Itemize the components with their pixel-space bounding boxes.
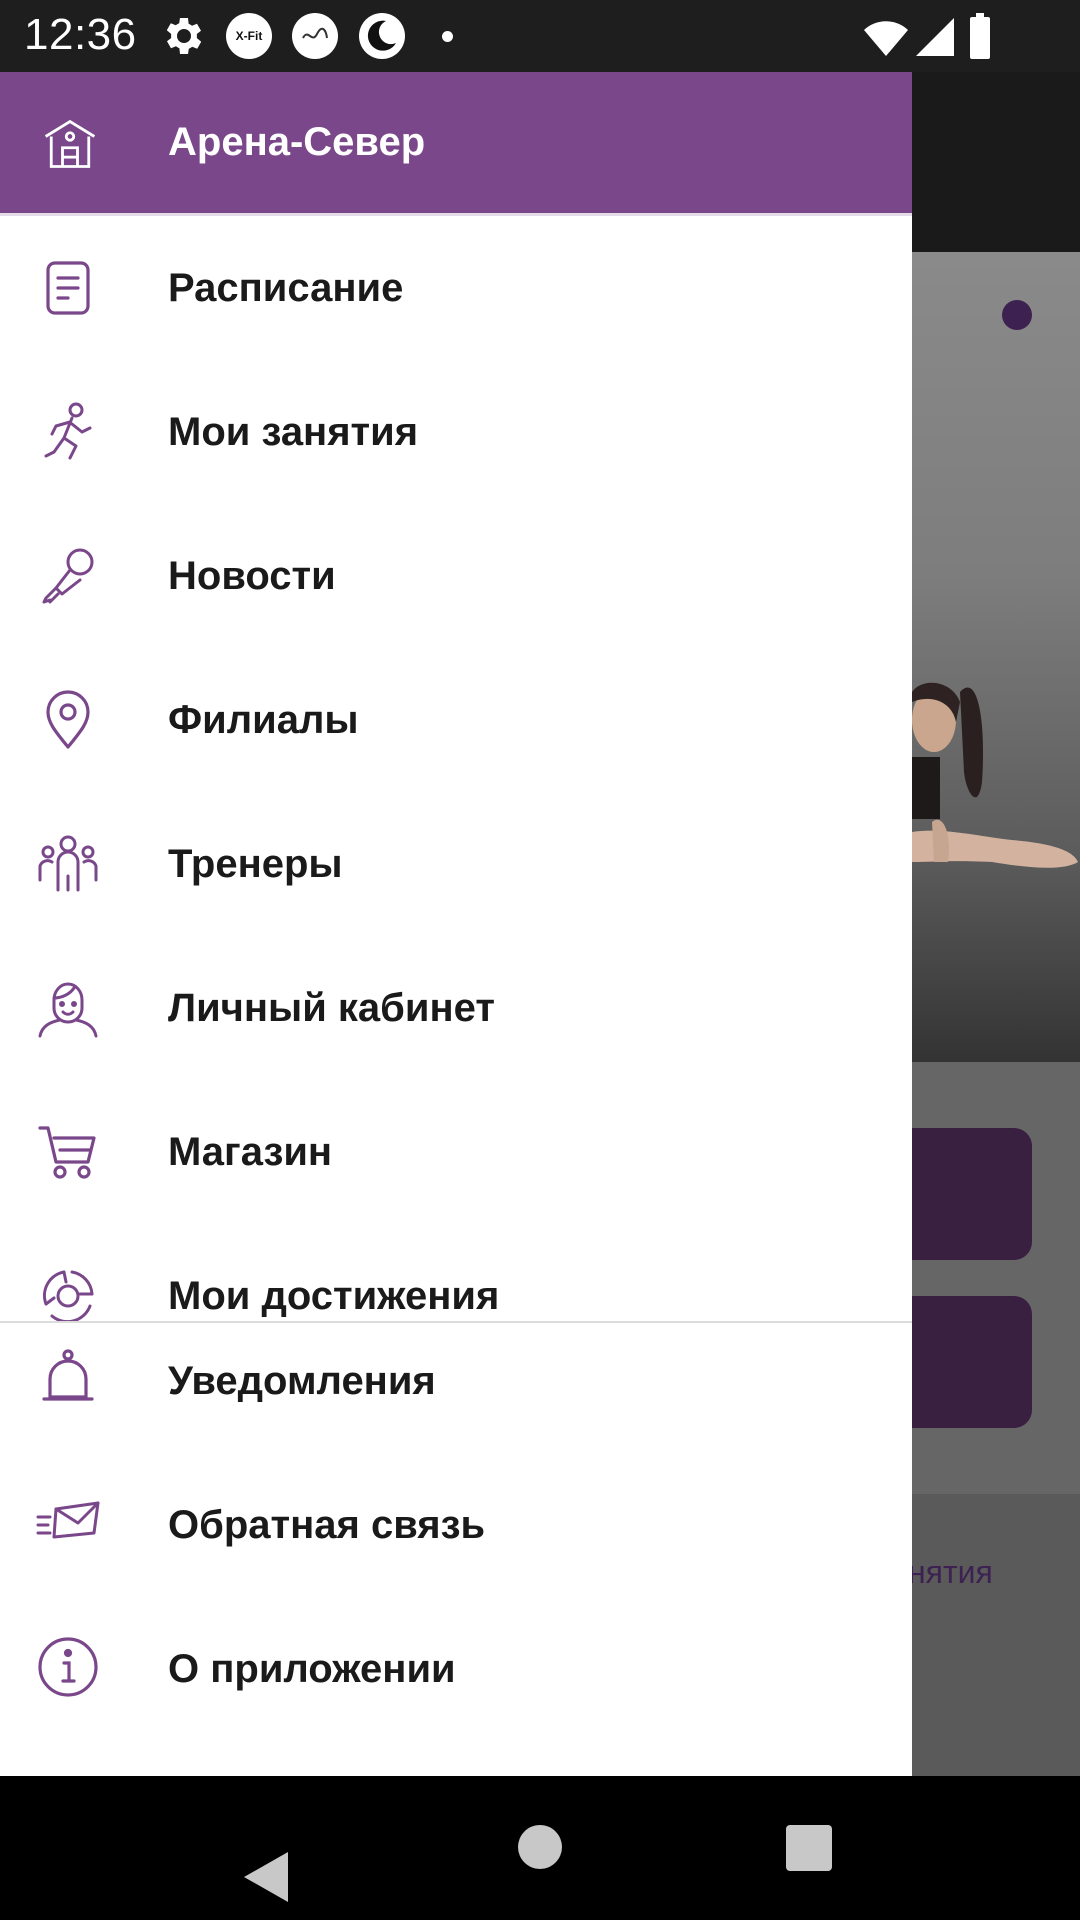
recents-icon[interactable] (786, 1825, 832, 1871)
menu-item-label: Мои занятия (168, 410, 419, 454)
gymnast-figure (912, 682, 1078, 868)
menu-item-achievements[interactable]: Мои достижения (0, 1224, 912, 1321)
background-content (912, 72, 1080, 1776)
running-person-icon (44, 402, 92, 460)
xfit-app-icon: X-Fit (226, 13, 272, 59)
menu-item-label: Личный кабинет (168, 986, 495, 1030)
location-pin-icon (46, 690, 90, 749)
app-logo-icon (292, 13, 338, 59)
home-building-icon (44, 119, 96, 168)
drawer-menu-main: Расписание Мои занятия Новости Филиалы Т… (0, 216, 912, 1321)
menu-item-feedback[interactable]: Обратная связь (0, 1467, 912, 1611)
menu-item-label: О приложении (168, 1647, 456, 1691)
background-toolbar (912, 72, 1080, 252)
wifi-icon (864, 21, 908, 56)
achievements-icon (42, 1270, 94, 1321)
menu-item-label: Магазин (168, 1130, 333, 1174)
menu-item-notifications[interactable]: Уведомления (0, 1323, 912, 1467)
background-tab-bar (912, 1494, 1080, 1776)
drawer-menu-secondary: Уведомления Обратная связь О приложении (0, 1323, 912, 1776)
back-icon[interactable] (244, 1852, 290, 1902)
menu-item-label: Новости (168, 554, 336, 598)
drawer-header[interactable]: Арена-Север (0, 72, 912, 213)
menu-item-personal-account[interactable]: Личный кабинет (0, 936, 912, 1080)
background-button-2 (912, 1296, 1032, 1428)
status-bar: 12:36 X-Fit (0, 0, 1080, 72)
moon-icon (359, 13, 405, 59)
person-icon (38, 982, 98, 1038)
menu-item-trainers[interactable]: Тренеры (0, 792, 912, 936)
gear-icon (166, 18, 202, 54)
cart-icon (38, 1126, 96, 1179)
menu-item-label: Обратная связь (168, 1503, 486, 1547)
menu-item-shop[interactable]: Магазин (0, 1080, 912, 1224)
background-button-1 (912, 1128, 1032, 1260)
microphone-icon (42, 548, 94, 604)
app-logo-mark (302, 27, 328, 39)
schedule-icon (46, 261, 90, 315)
drawer-header-title: Арена-Север (168, 120, 426, 164)
battery-icon (970, 13, 990, 59)
mail-icon (36, 1501, 100, 1539)
group-icon (38, 835, 98, 892)
menu-item-schedule[interactable]: Расписание (0, 216, 912, 360)
banner-indicator-dot (1002, 300, 1032, 330)
menu-item-about[interactable]: О приложении (0, 1611, 912, 1755)
menu-item-label: Уведомления (168, 1359, 436, 1403)
bell-icon (42, 1349, 94, 1401)
home-icon[interactable] (518, 1825, 562, 1869)
status-time: 12:36 (24, 10, 137, 59)
menu-item-label: Тренеры (168, 842, 343, 886)
signal-icon (916, 18, 954, 56)
background-tab-label: нятия (908, 1554, 993, 1590)
xfit-app-label: X-Fit (235, 29, 263, 43)
navigation-drawer: Арена-Север Расписание Мои занятия Новос… (0, 72, 912, 1776)
menu-item-my-classes[interactable]: Мои занятия (0, 360, 912, 504)
background-banner-image (912, 252, 1080, 1062)
info-icon (38, 1637, 98, 1697)
dot-icon (442, 31, 453, 42)
menu-item-branches[interactable]: Филиалы (0, 648, 912, 792)
menu-item-label: Расписание (168, 266, 404, 310)
menu-item-label: Филиалы (168, 698, 359, 742)
menu-item-label: Мои достижения (168, 1274, 500, 1318)
menu-item-news[interactable]: Новости (0, 504, 912, 648)
